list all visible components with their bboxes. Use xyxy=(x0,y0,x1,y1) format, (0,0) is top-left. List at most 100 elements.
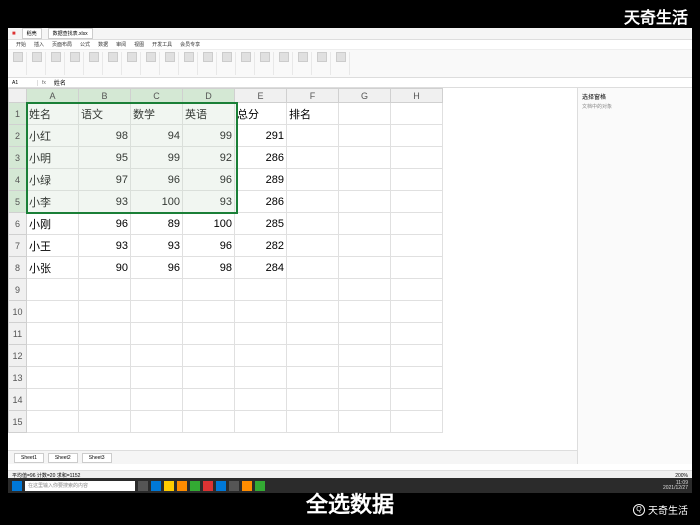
cell[interactable]: 98 xyxy=(79,125,131,147)
cell[interactable] xyxy=(287,147,339,169)
cell[interactable] xyxy=(79,411,131,433)
cell[interactable] xyxy=(339,169,391,191)
cell[interactable] xyxy=(287,279,339,301)
cell[interactable] xyxy=(287,323,339,345)
cell[interactable]: 99 xyxy=(131,147,183,169)
cell[interactable] xyxy=(235,367,287,389)
cell[interactable] xyxy=(79,279,131,301)
spreadsheet-grid[interactable]: A B C D E F G H 1 姓名 语文 数学 英语 总分 xyxy=(8,88,443,433)
cell[interactable] xyxy=(287,235,339,257)
cell[interactable]: 数学 xyxy=(131,103,183,125)
row-header[interactable]: 5 xyxy=(9,191,27,213)
cell[interactable] xyxy=(391,103,443,125)
row-header[interactable]: 14 xyxy=(9,389,27,411)
cell[interactable]: 小李 xyxy=(27,191,79,213)
cell[interactable]: 99 xyxy=(183,125,235,147)
col-header[interactable]: A xyxy=(27,89,79,103)
cell[interactable] xyxy=(27,411,79,433)
cell[interactable] xyxy=(235,279,287,301)
cell[interactable] xyxy=(339,389,391,411)
cell[interactable] xyxy=(339,125,391,147)
font-icon[interactable] xyxy=(70,52,80,62)
file-tab-1[interactable]: 稻壳 xyxy=(22,28,42,39)
cell[interactable]: 小绿 xyxy=(27,169,79,191)
row-header[interactable]: 9 xyxy=(9,279,27,301)
col-header[interactable]: E xyxy=(235,89,287,103)
cell[interactable] xyxy=(79,301,131,323)
cell[interactable] xyxy=(235,389,287,411)
select-all-corner[interactable] xyxy=(9,89,27,103)
ribbon-tab[interactable]: 开发工具 xyxy=(152,41,172,48)
cell[interactable]: 89 xyxy=(131,213,183,235)
cell[interactable] xyxy=(391,213,443,235)
cell[interactable]: 96 xyxy=(131,257,183,279)
cell[interactable] xyxy=(391,323,443,345)
find-icon[interactable] xyxy=(336,52,346,62)
cell[interactable] xyxy=(27,367,79,389)
col-header[interactable]: F xyxy=(287,89,339,103)
row-header[interactable]: 1 xyxy=(9,103,27,125)
cell[interactable]: 97 xyxy=(79,169,131,191)
cell[interactable]: 289 xyxy=(235,169,287,191)
cell[interactable] xyxy=(339,235,391,257)
sheet-tab[interactable]: Sheet2 xyxy=(48,453,78,463)
cell[interactable] xyxy=(391,279,443,301)
cell[interactable] xyxy=(339,147,391,169)
paste-icon[interactable] xyxy=(13,52,23,62)
cell[interactable] xyxy=(339,191,391,213)
cell[interactable] xyxy=(183,411,235,433)
cell[interactable] xyxy=(391,147,443,169)
cell[interactable] xyxy=(339,367,391,389)
cell[interactable] xyxy=(391,301,443,323)
cell[interactable]: 93 xyxy=(79,191,131,213)
cell[interactable] xyxy=(79,389,131,411)
cell[interactable]: 92 xyxy=(183,147,235,169)
sum-icon[interactable] xyxy=(203,52,213,62)
cell[interactable] xyxy=(27,323,79,345)
cell[interactable]: 284 xyxy=(235,257,287,279)
cell[interactable] xyxy=(287,389,339,411)
condfmt-icon[interactable] xyxy=(165,52,175,62)
cell[interactable]: 96 xyxy=(131,169,183,191)
cell[interactable]: 286 xyxy=(235,147,287,169)
cell[interactable]: 小张 xyxy=(27,257,79,279)
cell[interactable] xyxy=(131,345,183,367)
cell[interactable] xyxy=(339,279,391,301)
col-header[interactable]: G xyxy=(339,89,391,103)
cell[interactable] xyxy=(183,323,235,345)
cell[interactable]: 姓名 xyxy=(27,103,79,125)
number-icon[interactable] xyxy=(146,52,156,62)
merge-icon[interactable] xyxy=(108,52,118,62)
fx-icon[interactable]: fx xyxy=(38,80,50,86)
cut-icon[interactable] xyxy=(32,52,42,62)
cell[interactable] xyxy=(391,367,443,389)
cell[interactable]: 100 xyxy=(131,191,183,213)
sheet-area[interactable]: A B C D E F G H 1 姓名 语文 数学 英语 总分 xyxy=(8,88,577,464)
row-icon[interactable] xyxy=(279,52,289,62)
cell[interactable] xyxy=(287,367,339,389)
cell[interactable] xyxy=(183,345,235,367)
cell[interactable] xyxy=(287,191,339,213)
row-header[interactable]: 15 xyxy=(9,411,27,433)
cell[interactable]: 总分 xyxy=(235,103,287,125)
formula-input[interactable]: 姓名 xyxy=(50,78,70,87)
row-header[interactable]: 8 xyxy=(9,257,27,279)
ribbon-tab[interactable]: 公式 xyxy=(80,41,90,48)
cell[interactable] xyxy=(339,103,391,125)
cell[interactable] xyxy=(339,345,391,367)
cell[interactable] xyxy=(183,301,235,323)
cell[interactable]: 96 xyxy=(79,213,131,235)
cell[interactable] xyxy=(79,345,131,367)
ribbon-tab[interactable]: 开始 xyxy=(16,41,26,48)
sort-icon[interactable] xyxy=(222,52,232,62)
ribbon-tab[interactable]: 插入 xyxy=(34,41,44,48)
cell[interactable] xyxy=(183,389,235,411)
cell[interactable] xyxy=(391,125,443,147)
row-header[interactable]: 4 xyxy=(9,169,27,191)
cell[interactable]: 小王 xyxy=(27,235,79,257)
cell[interactable]: 98 xyxy=(183,257,235,279)
cell[interactable] xyxy=(339,411,391,433)
cell[interactable]: 96 xyxy=(183,235,235,257)
cell[interactable]: 英语 xyxy=(183,103,235,125)
cell[interactable]: 95 xyxy=(79,147,131,169)
